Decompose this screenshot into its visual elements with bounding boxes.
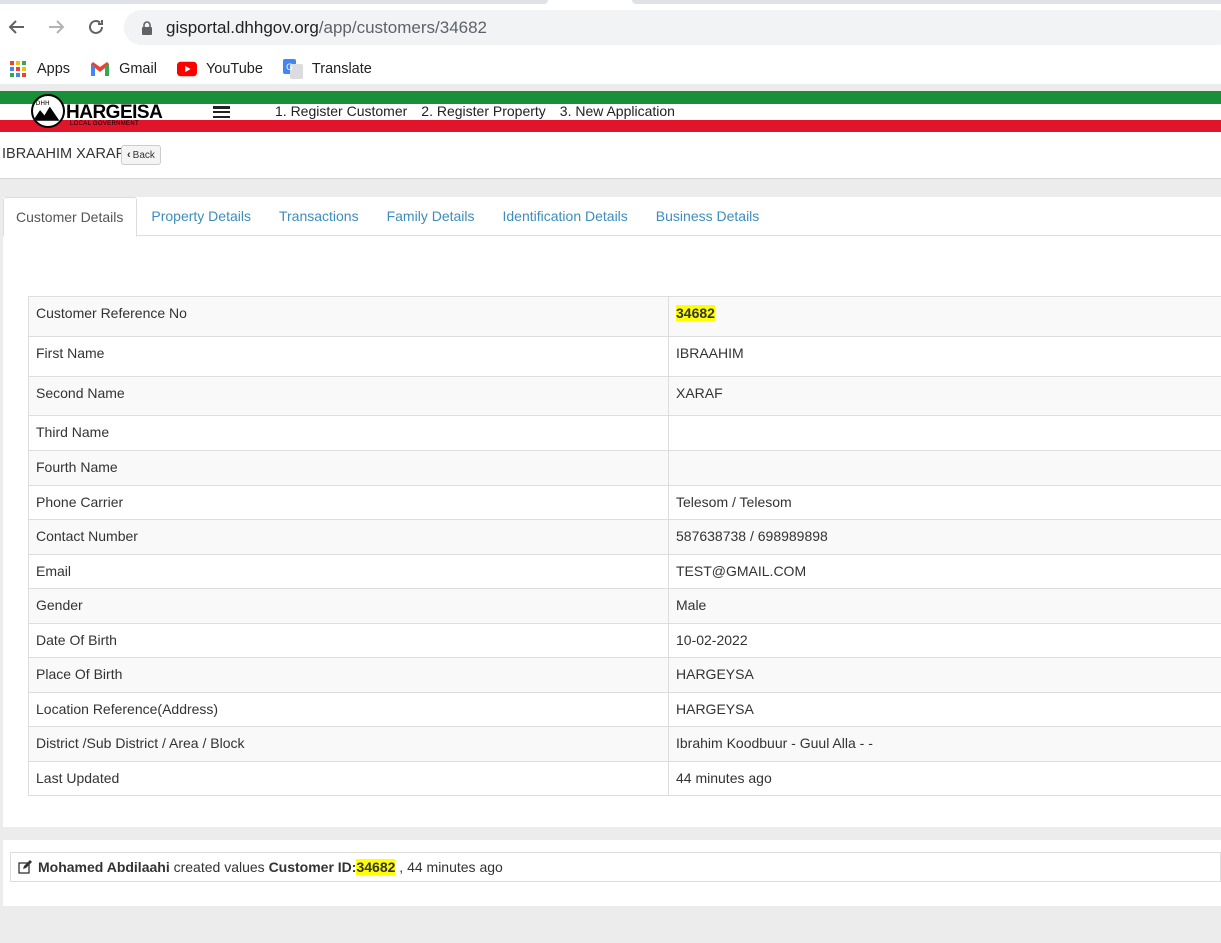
row-label: Contact Number	[28, 519, 669, 555]
customer-tab-panel: Customer Details Property Details Transa…	[3, 197, 1221, 827]
row-value: HARGEYSA	[668, 657, 1221, 693]
row-label: Phone Carrier	[28, 485, 669, 520]
top-menu: 1. Register Customer 2. Register Propert…	[275, 103, 689, 119]
row-label: Third Name	[28, 415, 669, 451]
hamburger-menu-icon[interactable]	[213, 106, 230, 118]
tab-property-details[interactable]: Property Details	[137, 197, 265, 236]
table-row: Third Name	[28, 415, 1221, 451]
table-row: Second Name XARAF	[28, 376, 1221, 416]
chevron-left-icon: ‹	[127, 149, 131, 161]
table-row: Place Of Birth HARGEYSA	[28, 657, 1221, 693]
translate-icon: G	[282, 59, 303, 79]
row-label: District /Sub District / Area / Block	[28, 726, 669, 762]
tab-customer-details[interactable]: Customer Details	[3, 197, 138, 237]
row-label: Place Of Birth	[28, 657, 669, 693]
flag-stripe-red	[0, 120, 1221, 132]
bookmark-translate[interactable]: G Translate	[282, 59, 372, 79]
bookmark-label: Apps	[37, 61, 71, 77]
table-row: Contact Number 587638738 / 698989898	[28, 519, 1221, 555]
edit-icon	[18, 860, 32, 874]
customer-details-table: Customer Reference No 34682 First Name IBR…	[28, 296, 1221, 796]
tab-transactions[interactable]: Transactions	[265, 197, 373, 236]
tab-identification-details[interactable]: Identification Details	[489, 197, 642, 236]
lock-icon	[142, 20, 152, 35]
bookmarks-bar: Apps Gmail YouTube G Translate	[0, 54, 1221, 84]
bookmark-label: YouTube	[205, 61, 263, 77]
back-button[interactable]: ‹ Back	[121, 145, 161, 165]
row-value: HARGEYSA	[668, 692, 1221, 727]
back-button-label: Back	[132, 149, 155, 161]
log-action: created values	[169, 859, 269, 875]
table-row: Email TEST@GMAIL.COM	[28, 554, 1221, 589]
logo-subtext: LOCAL GOVERNMENT	[70, 121, 139, 127]
row-label: Second Name	[28, 376, 669, 416]
row-value: 587638738 / 698989898	[668, 519, 1221, 555]
row-value: Ibrahim Koodbuur - Guul Alla - -	[668, 726, 1221, 762]
row-value	[668, 450, 1221, 486]
row-value	[668, 415, 1221, 451]
menu-register-customer[interactable]: 1. Register Customer	[275, 103, 407, 119]
row-value: 44 minutes ago	[668, 761, 1221, 796]
app-header: DHH HARGEISA LOCAL GOVERNMENT 1. Registe…	[0, 91, 1221, 132]
bookmark-gmail[interactable]: Gmail	[90, 59, 157, 79]
menu-new-application[interactable]: 3. New Application	[560, 103, 675, 119]
gmail-icon	[90, 59, 110, 79]
bookmark-label: Gmail	[119, 61, 157, 77]
menu-register-property[interactable]: 2. Register Property	[421, 103, 546, 119]
row-label: First Name	[28, 336, 669, 377]
row-label: Email	[28, 554, 669, 589]
row-value: Male	[668, 588, 1221, 624]
tab-bar: Customer Details Property Details Transa…	[3, 197, 1221, 237]
activity-log-panel: Mohamed Abdilaahi created values Custome…	[3, 840, 1221, 906]
row-label: Location Reference(Address)	[28, 692, 669, 727]
row-label: Customer Reference No	[28, 296, 669, 337]
url-path: /app/customers/34682	[318, 17, 488, 37]
customer-reference-value: 34682	[676, 305, 715, 321]
table-row: Location Reference(Address) HARGEYSA	[28, 692, 1221, 727]
log-id-label: Customer ID:	[268, 859, 357, 875]
log-time: , 44 minutes ago	[395, 859, 503, 875]
youtube-icon	[176, 59, 197, 79]
row-value: XARAF	[668, 376, 1221, 416]
table-row: Gender Male	[28, 588, 1221, 624]
table-row: Customer Reference No 34682	[28, 296, 1221, 337]
hargeisa-logo[interactable]: DHH HARGEISA LOCAL GOVERNMENT	[28, 94, 168, 130]
row-value: Telesom / Telesom	[668, 485, 1221, 520]
tab-business-details[interactable]: Business Details	[642, 197, 774, 236]
svg-text:G: G	[286, 63, 293, 73]
url-host: gisportal.dhhgov.org	[166, 17, 319, 37]
bookmark-youtube[interactable]: YouTube	[176, 59, 263, 79]
logo-badge-text: DHH	[36, 100, 50, 107]
table-row: District /Sub District / Area / Block Ibr…	[28, 726, 1221, 762]
reload-icon[interactable]	[83, 14, 109, 40]
page-title-bar: IBRAAHIM XARAF	[0, 132, 1221, 179]
back-arrow-icon[interactable]	[4, 14, 30, 40]
row-value: TEST@GMAIL.COM	[668, 554, 1221, 589]
forward-arrow-icon[interactable]	[43, 14, 69, 40]
tab-strip	[0, 0, 1221, 4]
log-user: Mohamed Abdilaahi	[38, 859, 170, 875]
activity-log-entry: Mohamed Abdilaahi created values Custome…	[10, 852, 1221, 882]
tab-family-details[interactable]: Family Details	[373, 197, 489, 236]
row-label: Fourth Name	[28, 450, 669, 486]
row-label: Last Updated	[28, 761, 669, 796]
row-label: Gender	[28, 588, 669, 624]
row-value: 10-02-2022	[668, 623, 1221, 658]
browser-toolbar: gisportal.dhhgov.org/app/customers/34682	[0, 0, 1221, 54]
row-value: 34682	[668, 296, 1221, 337]
table-row: First Name IBRAAHIM	[28, 336, 1221, 377]
table-row: Last Updated 44 minutes ago	[28, 761, 1221, 796]
page-title: IBRAAHIM XARAF	[2, 146, 125, 162]
table-row: Phone Carrier Telesom / Telesom	[28, 485, 1221, 520]
row-label: Date Of Birth	[28, 623, 669, 658]
address-bar[interactable]: gisportal.dhhgov.org/app/customers/34682	[124, 10, 1221, 45]
bookmark-label: Translate	[311, 61, 372, 77]
table-row: Date Of Birth 10-02-2022	[28, 623, 1221, 658]
logo-emblem-icon: DHH	[31, 94, 65, 128]
log-id-value: 34682	[356, 859, 396, 875]
bookmark-apps[interactable]: Apps	[8, 59, 70, 79]
table-row: Fourth Name	[28, 450, 1221, 486]
row-value: IBRAAHIM	[668, 336, 1221, 377]
apps-grid-icon	[8, 59, 28, 79]
